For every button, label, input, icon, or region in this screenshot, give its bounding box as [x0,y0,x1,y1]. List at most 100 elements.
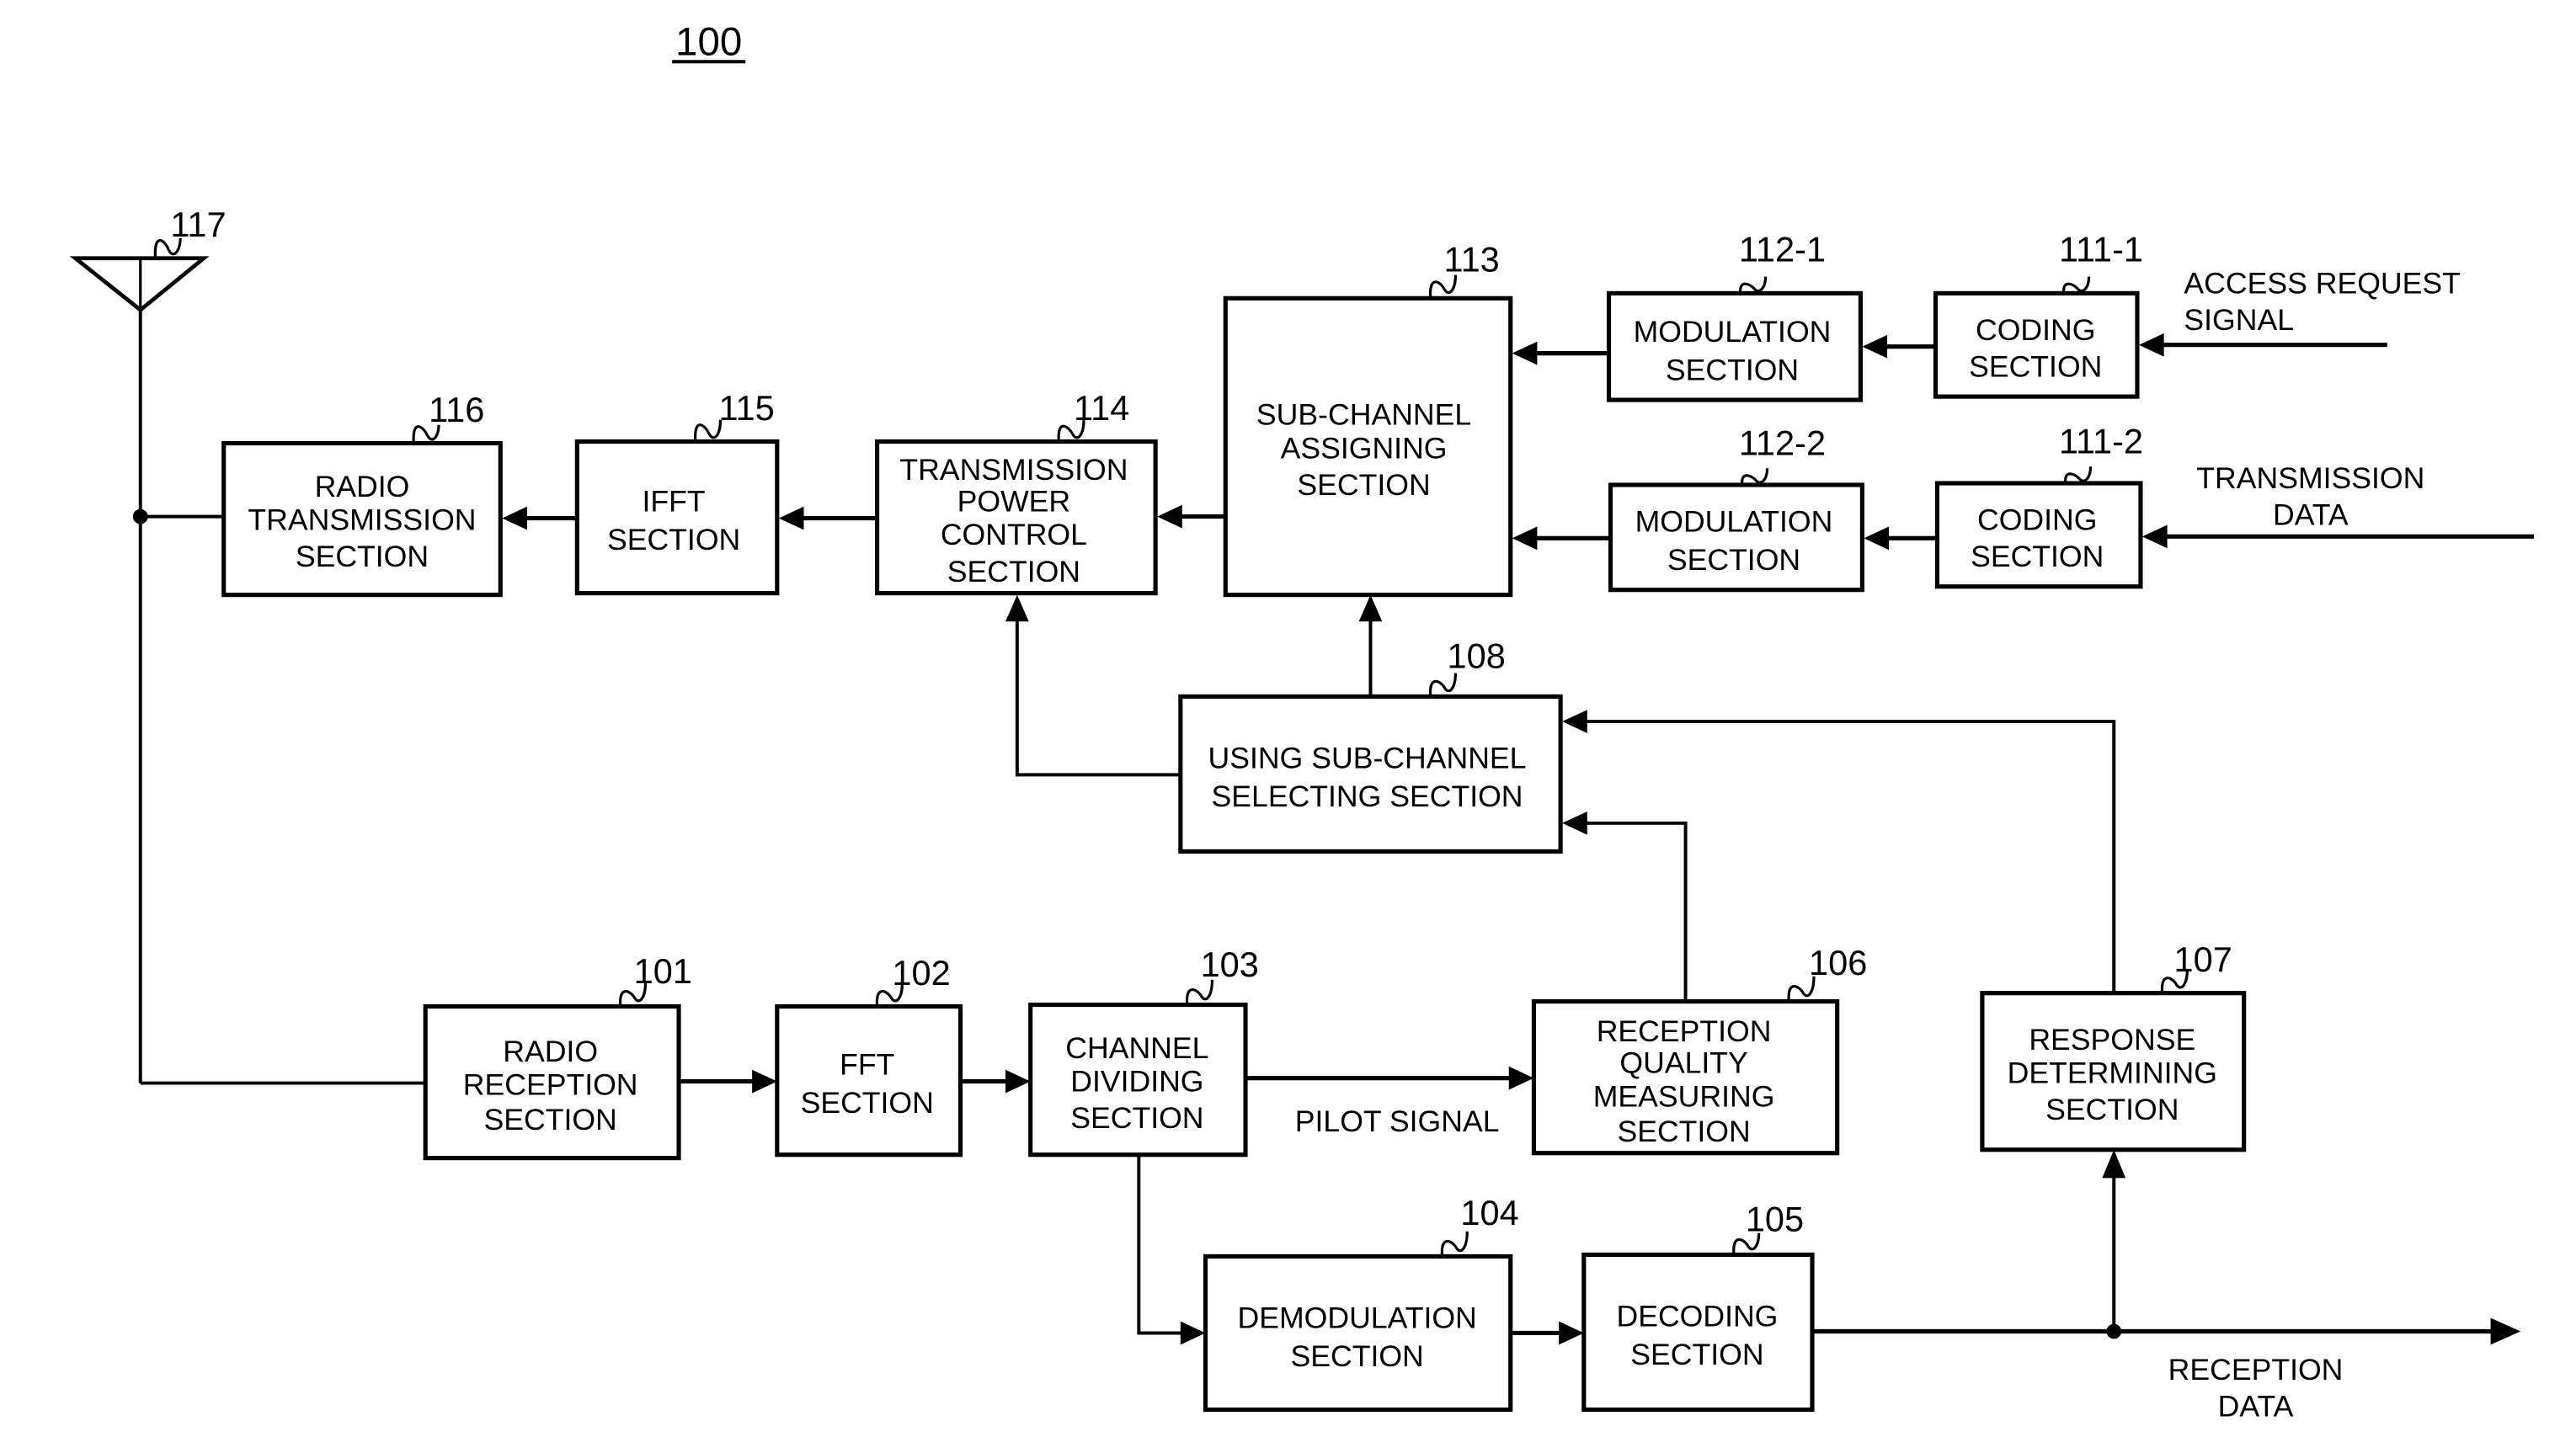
block-label-line: MODULATION [1634,315,1832,349]
ref-label-103: 103 [1201,945,1259,984]
ref-label-106: 106 [1809,943,1867,982]
block-label-line: ASSIGNING [1281,431,1448,465]
block-label-line: SECTION [947,555,1080,588]
ref-label-116: 116 [429,390,484,429]
block-label-line: SECTION [1969,349,2102,383]
signal-access-request-line1: ACCESS REQUEST [2184,266,2460,300]
ref-label-115: 115 [719,388,775,428]
block-coding-2: CODING SECTION [1934,481,2143,589]
arrow-into-106 [1508,1066,1534,1090]
arrow-into-108-from-107 [1562,710,1587,733]
block-transmission-power-control: TRANSMISSION POWER CONTROL SECTION [875,439,1158,596]
block-label-line: SUB-CHANNEL [1256,398,1471,432]
arrow-into-105 [1559,1321,1584,1345]
block-label-line: TRANSMISSION [899,453,1128,487]
ref-label-117: 117 [170,205,226,244]
block-label-line: USING SUB-CHANNEL [1208,741,1527,774]
ref-label-105: 105 [1746,1200,1804,1239]
block-label-line: SECTION [1070,1101,1203,1135]
block-label-line: RECEPTION [463,1067,638,1101]
block-label-line: DECODING [1616,1300,1778,1333]
signal-transmission-data-line1: TRANSMISSION [2196,461,2424,495]
ref-label-112-2: 112-2 [1739,423,1826,462]
signal-reception-data-line2: DATA [2218,1389,2294,1423]
arrow-into-114 [1157,504,1182,529]
ref-label-111-1: 111-1 [2059,230,2143,269]
ref-label-108: 108 [1448,636,1506,676]
block-ifft: IFFT SECTION [574,439,780,596]
block-fft: FFT SECTION [775,1003,963,1158]
arrow-into-107 [2102,1149,2126,1179]
arrow-into-114-from-108 [1005,594,1029,622]
block-sub-channel-assigning: SUB-CHANNEL ASSIGNING SECTION [1223,295,1513,598]
block-label-line: SECTION [296,540,429,573]
signal-transmission-data-line2: DATA [2273,498,2349,531]
arrow-into-116 [502,506,527,530]
block-label-line: RADIO [315,470,410,503]
block-label-line: DETERMINING [2008,1056,2217,1090]
block-modulation-1: MODULATION SECTION [1606,290,1863,402]
block-label-line: SECTION [1666,353,1799,386]
block-label-line: POWER [957,485,1071,519]
block-label-line: RECEPTION [1597,1014,1772,1048]
ref-label-112-1: 112-1 [1739,230,1826,269]
arrow-into-113-top [1512,341,1538,365]
ref-leader-111-1 [2062,276,2091,294]
block-label-line: MODULATION [1635,504,1833,538]
block-label-line: SECTION [1971,540,2104,573]
signal-access-request-line2: SIGNAL [2184,303,2294,337]
block-label-line: DEMODULATION [1238,1301,1477,1335]
block-label-line: IFFT [643,485,706,519]
block-radio-transmission: RADIO TRANSMISSION SECTION [221,440,503,598]
arrow-into-102 [752,1069,777,1094]
ref-label-113: 113 [1444,240,1500,279]
arrow-into-103 [1005,1069,1031,1094]
block-demodulation: DEMODULATION SECTION [1203,1253,1513,1413]
block-label-line: SECTION [1297,468,1430,502]
block-decoding: DECODING SECTION [1581,1252,1815,1413]
block-coding-1: CODING SECTION [1933,290,2140,399]
ref-label-102: 102 [892,953,950,993]
block-label-line: CODING [1977,503,2097,536]
block-label-line: SECTION [607,523,740,556]
block-label-line: SECTION [801,1086,934,1120]
block-reception-quality-measuring: RECEPTION QUALITY MEASURING SECTION [1531,999,1840,1156]
arrow-reception-data-out [2490,1317,2521,1345]
arrow-into-111-1 [2138,333,2164,357]
block-label-line: RESPONSE [2029,1023,2195,1056]
signal-pilot-signal: PILOT SIGNAL [1295,1104,1500,1138]
arrow-into-113-from-108 [1358,594,1383,622]
ref-leader-115 [694,419,723,442]
arrow-into-115 [778,506,804,530]
block-label-line: SECTION [1291,1339,1424,1373]
block-radio-reception: RADIO RECEPTION SECTION [423,1003,681,1161]
ref-label-114: 114 [1074,388,1129,428]
block-diagram: 100 117 RADIO TRANSMISSION SECTION 116 I… [69,19,2535,1423]
ref-leader-104 [1440,1231,1469,1257]
arrow-into-113-bottom [1512,526,1538,551]
block-response-determining: RESPONSE DETERMINING SECTION [1980,991,2247,1152]
block-label-line: SECTION [1667,543,1800,577]
block-label-line: CHANNEL [1065,1031,1208,1065]
wire-103-to-104 [1137,1154,1182,1335]
ref-label-111-2: 111-2 [2059,421,2143,460]
block-label-line: SECTION [1617,1115,1750,1148]
block-label-line: SECTION [1630,1338,1763,1371]
block-label-line: CODING [1976,313,2095,347]
arrow-into-104 [1180,1321,1206,1345]
ref-label-101: 101 [634,951,692,991]
block-label-line: DIVIDING [1070,1064,1203,1098]
arrow-into-112-1 [1862,334,1888,359]
block-using-sub-channel-selecting: USING SUB-CHANNEL SELECTING SECTION [1178,694,1563,854]
wire-106-to-108 [1585,821,1688,1002]
ref-leader-112-2 [1741,468,1769,486]
block-label-line: MEASURING [1593,1079,1775,1113]
arrow-into-112-2 [1864,526,1890,551]
ref-leader-112-1 [1739,276,1768,294]
block-label-line: FFT [840,1048,894,1082]
wire-108-to-114 [1015,620,1181,777]
antenna-icon [69,256,210,313]
figure-title: 100 [675,19,742,64]
block-label-line: SECTION [2045,1093,2179,1126]
block-label-line: SELECTING SECTION [1212,780,1523,813]
